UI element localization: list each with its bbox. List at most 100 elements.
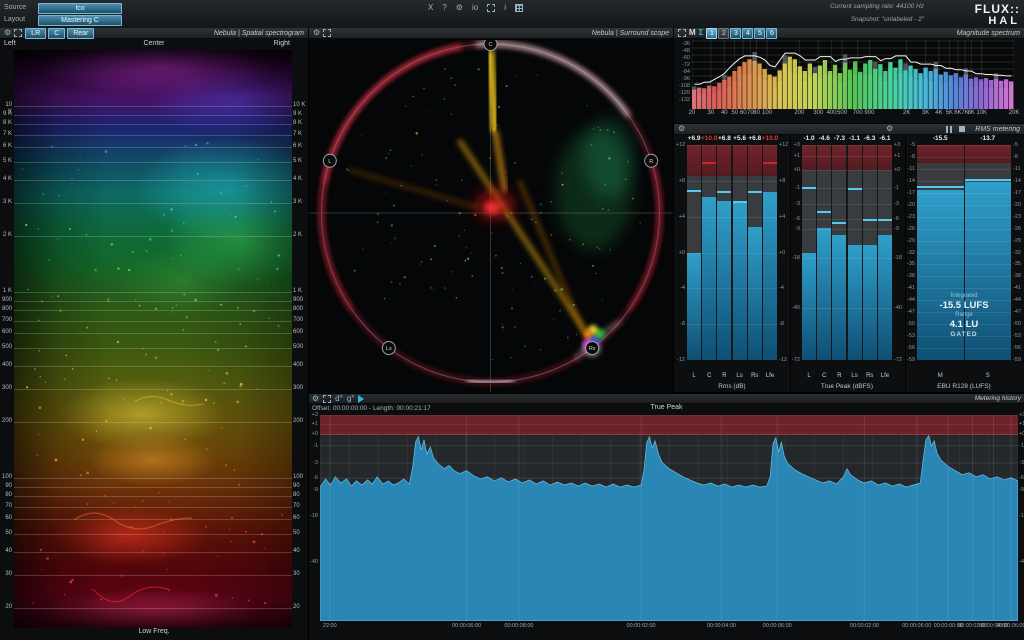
meter-footer-label: EBU R128 (LUFS) bbox=[917, 383, 1011, 390]
spectrogram-mode-buttons: LRCRear bbox=[25, 28, 94, 39]
snapshot-button-3[interactable]: 3 bbox=[730, 28, 741, 39]
meter-red-zone bbox=[763, 145, 777, 176]
meter-scale-label: -18 bbox=[894, 255, 902, 261]
help-icon[interactable]: ? bbox=[442, 4, 446, 12]
fullscreen-icon[interactable] bbox=[323, 29, 331, 37]
true-peak-history-chart[interactable] bbox=[320, 415, 1018, 621]
freq-label-right: 20 bbox=[293, 604, 300, 611]
panel-title: RMS metering bbox=[975, 126, 1020, 133]
meter-bar bbox=[878, 235, 892, 360]
pause-icon[interactable] bbox=[946, 126, 952, 133]
meter-red-zone bbox=[702, 145, 716, 176]
snapshot-button-4[interactable]: 4 bbox=[742, 28, 753, 39]
spectrogram-display[interactable] bbox=[14, 50, 292, 628]
snapshot-button-1[interactable]: 1 bbox=[706, 28, 717, 39]
freq-label-right: 2 K bbox=[293, 232, 302, 239]
freq-label-right: 5 K bbox=[293, 158, 302, 165]
layout-label: Layout bbox=[4, 16, 25, 23]
spectrum-x-label: 400 bbox=[827, 110, 837, 116]
spectrum-chart[interactable] bbox=[692, 40, 1014, 109]
history-y-label: -40 bbox=[1019, 559, 1024, 565]
meter-gridline bbox=[802, 170, 892, 171]
spectrum-x-label: 4K bbox=[935, 110, 942, 116]
settings-icon[interactable]: ⚙ bbox=[456, 4, 463, 12]
meter-scale-label: -38 bbox=[906, 273, 915, 279]
close-icon[interactable]: X bbox=[428, 4, 433, 12]
source-select[interactable]: Ico bbox=[38, 3, 122, 14]
history-time-label: 00:00:06:00 bbox=[452, 623, 481, 629]
low-freq-label: Low Freq. bbox=[0, 628, 308, 635]
freq-label-right: 50 bbox=[293, 530, 300, 537]
freq-label-left: 1 K bbox=[0, 288, 12, 295]
meter-scale-label: -8 bbox=[1013, 154, 1018, 160]
snapshot-button-2[interactable]: 2 bbox=[718, 28, 729, 39]
meter-scale-label: -40 bbox=[791, 305, 800, 311]
history-y-label: -6 bbox=[1019, 475, 1024, 481]
fullscreen-icon[interactable] bbox=[323, 395, 331, 403]
spectrum-y-label: -108 bbox=[674, 83, 690, 89]
meter-scale-label: -59 bbox=[1013, 357, 1021, 363]
meter-scale-label: -1 bbox=[791, 185, 800, 191]
history-y-label: +0 bbox=[309, 431, 318, 437]
meter-scale-label: -41 bbox=[906, 285, 915, 291]
spectrogram-mode-rear-button[interactable]: Rear bbox=[67, 28, 94, 39]
snapshot-button-5[interactable]: 5 bbox=[754, 28, 765, 39]
gear-icon[interactable]: ⚙ bbox=[313, 29, 320, 37]
meter-gridline bbox=[917, 229, 1011, 230]
meter-column-Rs bbox=[863, 145, 877, 360]
meter-red-zone bbox=[802, 145, 816, 170]
play-icon[interactable] bbox=[358, 395, 364, 403]
meter-bar bbox=[702, 197, 716, 360]
meter-channel-label-Lfe: Lfe bbox=[763, 373, 777, 379]
gear-icon[interactable]: ⚙ bbox=[886, 125, 893, 133]
meter-scale-label: -9 bbox=[894, 226, 899, 232]
gear-icon[interactable]: ⚙ bbox=[678, 125, 685, 133]
freq-label-left: 600 bbox=[0, 329, 12, 336]
surround-scope-display[interactable]: CLRLsRs bbox=[309, 40, 673, 392]
scale-db-icon[interactable]: d° bbox=[335, 395, 343, 403]
gear-icon[interactable]: ⚙ bbox=[4, 29, 11, 37]
meter-scale-label: -72 bbox=[894, 357, 902, 363]
spectrum-x-label: 50 bbox=[731, 110, 738, 116]
history-toolbar: ⚙ d° g° bbox=[312, 395, 364, 403]
freq-label-right: 4 K bbox=[293, 176, 302, 183]
meter-red-zone bbox=[832, 145, 846, 170]
meter-scale-label: +0 bbox=[791, 167, 800, 173]
fullscreen-icon[interactable] bbox=[487, 4, 495, 12]
meter-scale-label: -50 bbox=[906, 321, 915, 327]
freq-label-left: 100 bbox=[0, 474, 12, 481]
scale-g-icon[interactable]: g° bbox=[347, 395, 355, 403]
meter-red-zone bbox=[878, 145, 892, 170]
settings-icon[interactable]: ⚙ bbox=[312, 395, 319, 403]
meter-scale-label: -12 bbox=[779, 357, 787, 363]
freq-label-right: 8 K bbox=[293, 120, 302, 127]
meter-scale-label: -14 bbox=[906, 178, 915, 184]
meter-gridline bbox=[802, 258, 892, 259]
metering-history-panel: ⚙d°g° Metering history Offset: 00:00:00:… bbox=[309, 393, 1024, 640]
grid-icon[interactable] bbox=[515, 4, 523, 12]
fullscreen-icon[interactable] bbox=[14, 29, 22, 37]
io-icon[interactable]: io bbox=[472, 4, 478, 12]
meter-red-zone bbox=[733, 145, 747, 176]
info-icon[interactable]: i bbox=[504, 4, 506, 12]
layout-select[interactable]: Mastering C bbox=[38, 15, 122, 26]
freq-label-right: 9 K bbox=[293, 111, 302, 118]
stop-icon[interactable] bbox=[959, 126, 965, 132]
history-y-label: -18 bbox=[309, 513, 318, 519]
spectrum-x-label: 30 bbox=[708, 110, 715, 116]
meter-channel-label-C: C bbox=[817, 373, 831, 379]
meter-scale-label: -29 bbox=[906, 238, 915, 244]
spectrogram-mode-c-button[interactable]: C bbox=[48, 28, 65, 39]
spectrum-x-label: 3K bbox=[922, 110, 929, 116]
spectrum-x-label: 8K bbox=[968, 110, 975, 116]
spectrum-mode-Σ[interactable]: Σ bbox=[699, 29, 704, 37]
meter-scale-label: -11 bbox=[906, 166, 915, 172]
spectrum-mode-M[interactable]: M bbox=[689, 29, 696, 37]
meter-scale-label: +3 bbox=[791, 142, 800, 148]
snapshot-button-6[interactable]: 6 bbox=[766, 28, 777, 39]
history-y-label: -40 bbox=[309, 559, 318, 565]
spectrogram-mode-lr-button[interactable]: LR bbox=[25, 28, 46, 39]
meter-scale-label: +4 bbox=[779, 214, 785, 220]
meter-scale-label: -47 bbox=[906, 309, 915, 315]
fullscreen-icon[interactable] bbox=[678, 29, 686, 37]
